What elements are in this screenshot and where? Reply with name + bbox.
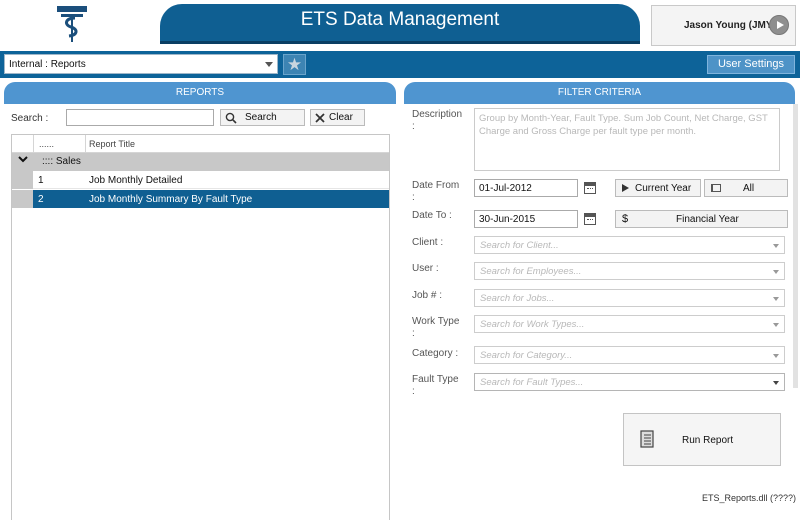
column-header-number[interactable]: ...... xyxy=(33,135,86,153)
date-from-input[interactable]: 01-Jul-2012 xyxy=(474,179,578,197)
app-title: ETS Data Management xyxy=(160,4,640,44)
search-button-label: Search xyxy=(245,112,277,123)
financial-year-label: Financial Year xyxy=(676,214,739,225)
user-combo[interactable]: Search for Employees... xyxy=(474,262,785,280)
chevron-down-icon[interactable] xyxy=(18,154,28,167)
user-settings-button[interactable]: User Settings xyxy=(707,55,795,74)
book-icon xyxy=(711,184,721,192)
dollar-icon: $ xyxy=(622,213,629,225)
table-row-selected[interactable]: 2 Job Monthly Summary By Fault Type xyxy=(12,190,389,208)
footer-version-text: ETS_Reports.dll (????) xyxy=(702,493,797,503)
job-placeholder: Search for Jobs... xyxy=(480,293,555,304)
company-logo xyxy=(55,3,89,43)
work-type-label: Work Type : xyxy=(412,316,460,339)
close-icon xyxy=(315,112,325,123)
row-title: Job Monthly Summary By Fault Type xyxy=(89,194,253,205)
client-label: Client : xyxy=(412,237,444,248)
all-label: All xyxy=(743,183,755,194)
clear-button[interactable]: Clear xyxy=(310,109,365,126)
arrow-right-icon[interactable] xyxy=(769,15,789,35)
group-row-sales[interactable]: :::: Sales xyxy=(12,153,389,171)
chevron-down-icon xyxy=(773,270,779,274)
job-combo[interactable]: Search for Jobs... xyxy=(474,289,785,307)
category-label: Category : xyxy=(412,348,459,359)
category-combo[interactable]: Search for Category... xyxy=(474,346,785,364)
calendar-icon[interactable] xyxy=(584,213,596,225)
user-label: User : xyxy=(412,263,439,274)
work-type-placeholder: Search for Work Types... xyxy=(480,319,585,330)
search-label: Search : xyxy=(11,113,49,124)
user-name: Jason Young (JMY) xyxy=(684,20,776,31)
date-to-input[interactable]: 30-Jun-2015 xyxy=(474,210,578,228)
all-dates-button[interactable]: All xyxy=(704,179,788,197)
current-year-button[interactable]: Current Year xyxy=(615,179,701,197)
fault-type-placeholder: Search for Fault Types... xyxy=(480,377,584,388)
user-menu[interactable]: Jason Young (JMY) xyxy=(651,5,796,46)
group-name: :::: Sales xyxy=(42,156,81,167)
chevron-down-icon xyxy=(773,244,779,248)
favorite-button[interactable]: ★ xyxy=(283,54,306,75)
reports-grid: ...... Report Title :::: Sales 1 Job Mon… xyxy=(11,134,390,520)
reports-tab[interactable]: REPORTS xyxy=(4,82,396,104)
fault-type-label: Fault Type : xyxy=(412,374,459,397)
description-label: Description : xyxy=(412,109,463,132)
fault-type-combo[interactable]: Search for Fault Types... xyxy=(474,373,785,391)
chevron-down-icon xyxy=(773,381,779,385)
current-year-label: Current Year xyxy=(635,183,692,194)
report-category-value: Internal : Reports xyxy=(9,59,86,70)
report-category-select[interactable]: Internal : Reports xyxy=(4,54,278,74)
search-button[interactable]: Search xyxy=(220,109,305,126)
client-placeholder: Search for Client... xyxy=(480,240,559,251)
financial-year-button[interactable]: $ Financial Year xyxy=(615,210,788,228)
toolbar: Internal : Reports ★ User Settings xyxy=(0,51,800,78)
row-number: 2 xyxy=(38,194,44,205)
star-icon: ★ xyxy=(286,55,303,74)
calendar-icon[interactable] xyxy=(584,182,596,194)
run-report-button[interactable]: Run Report xyxy=(623,413,781,466)
chevron-down-icon xyxy=(265,62,273,67)
work-type-combo[interactable]: Search for Work Types... xyxy=(474,315,785,333)
client-combo[interactable]: Search for Client... xyxy=(474,236,785,254)
row-number: 1 xyxy=(38,175,44,186)
filter-scrollbar[interactable] xyxy=(793,104,798,388)
column-header-title[interactable]: Report Title xyxy=(89,139,135,149)
user-placeholder: Search for Employees... xyxy=(480,266,582,277)
clear-button-label: Clear xyxy=(329,112,353,123)
category-placeholder: Search for Category... xyxy=(480,350,573,361)
row-title: Job Monthly Detailed xyxy=(89,175,183,186)
job-label: Job # : xyxy=(412,290,443,301)
search-input[interactable] xyxy=(66,109,214,126)
row-gutter xyxy=(12,171,33,189)
chevron-down-icon xyxy=(773,323,779,327)
filter-criteria-tab[interactable]: FILTER CRITERIA xyxy=(404,82,795,104)
description-text: Group by Month-Year, Fault Type. Sum Job… xyxy=(474,108,780,171)
table-row[interactable]: 1 Job Monthly Detailed xyxy=(12,171,389,189)
chevron-down-icon xyxy=(773,297,779,301)
row-gutter xyxy=(12,190,33,208)
date-from-label: Date From : xyxy=(412,180,460,203)
search-icon xyxy=(225,112,237,124)
notebook-icon xyxy=(640,430,654,448)
grid-header: ...... Report Title xyxy=(12,135,389,153)
run-report-label: Run Report xyxy=(682,435,734,446)
date-to-label: Date To : xyxy=(412,210,452,221)
play-icon xyxy=(622,184,629,192)
chevron-down-icon xyxy=(773,354,779,358)
